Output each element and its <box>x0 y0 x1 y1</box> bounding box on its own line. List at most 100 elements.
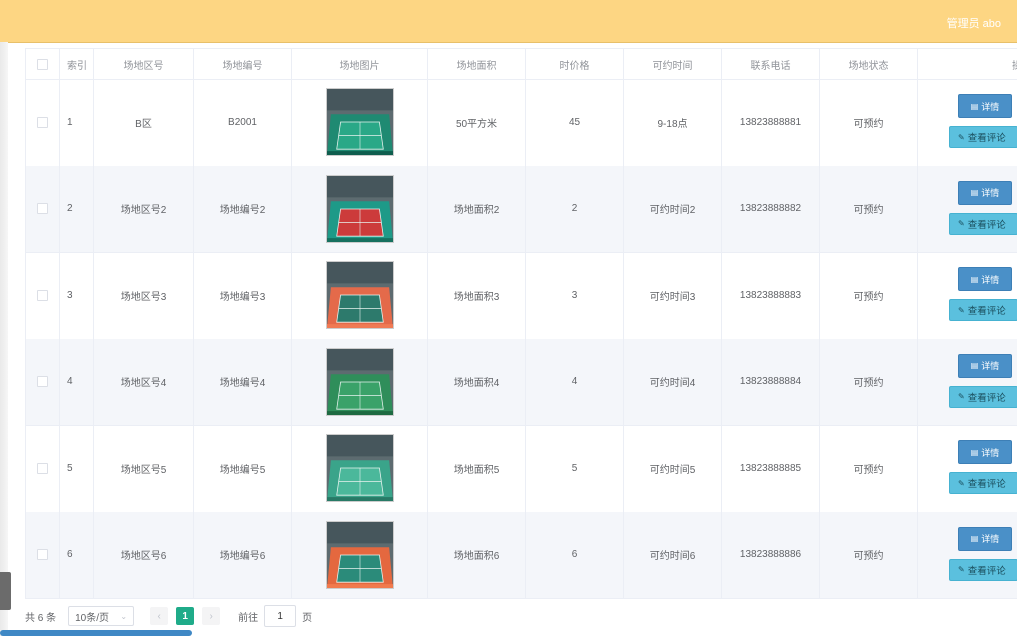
cell-index: 3 <box>60 252 94 339</box>
cell-image <box>292 165 428 252</box>
cell-status: 可预约 <box>820 79 918 166</box>
cell-index: 2 <box>60 165 94 252</box>
cell-status: 可预约 <box>820 165 918 252</box>
view-comments-label: 查看评论 <box>967 565 1006 577</box>
side-handle[interactable] <box>0 572 11 610</box>
actions-group: ▤ 详情 ✎ 查看评论 <box>948 339 1017 426</box>
detail-button-label: 详情 <box>981 361 1000 371</box>
cell-number: 场地编号3 <box>194 252 292 339</box>
venue-thumbnail[interactable] <box>325 520 394 589</box>
cell-image <box>292 252 428 339</box>
row-select-cell <box>26 425 60 512</box>
detail-button[interactable]: ▤ 详情 <box>958 180 1012 205</box>
cell-phone: 13823888883 <box>722 252 820 339</box>
cell-price: 3 <box>526 252 624 339</box>
cell-area: 场地区号2 <box>94 165 194 252</box>
actions-group: ▤ 详情 ✎ 查看评论 <box>948 252 1017 339</box>
venue-thumbnail[interactable] <box>325 88 394 157</box>
cell-number: 场地编号6 <box>194 511 292 598</box>
view-comments-button[interactable]: ✎ 查看评论 <box>949 472 1017 494</box>
view-comments-button[interactable]: ✎ 查看评论 <box>949 126 1017 148</box>
detail-button[interactable]: ▤ 详情 <box>958 94 1012 118</box>
document-icon: ▤ <box>970 361 979 370</box>
page-button-current[interactable]: 1 <box>176 607 195 625</box>
cell-area: B区 <box>94 79 194 166</box>
chevron-right-icon: › <box>209 610 213 622</box>
cell-price: 4 <box>526 338 624 425</box>
cell-price: 6 <box>526 511 624 598</box>
admin-user-label[interactable]: 管理员 abo <box>947 15 1001 31</box>
cell-index: 1 <box>60 79 94 166</box>
cell-price: 5 <box>526 425 624 512</box>
table-row: 6 场地区号6 场地编号6 场地面积6 6 可约时间6 13823888886 … <box>26 511 1017 599</box>
chevron-left-icon: ‹ <box>157 610 161 622</box>
venue-thumbnail[interactable] <box>325 261 394 330</box>
select-all-checkbox[interactable] <box>37 58 48 70</box>
actions-group: ▤ 详情 ✎ 查看评论 <box>948 512 1017 599</box>
goto-page-input[interactable]: 1 <box>264 605 297 627</box>
cell-index: 4 <box>60 338 94 425</box>
detail-button-label: 详情 <box>981 274 1000 285</box>
detail-button-label: 详情 <box>981 534 1000 544</box>
detail-button[interactable]: ▤ 详情 <box>958 353 1012 378</box>
page-suffix: 页 <box>302 612 313 624</box>
horizontal-scrollbar[interactable] <box>0 630 192 636</box>
cell-time: 可约时间4 <box>624 338 722 425</box>
venue-thumbnail[interactable] <box>325 347 394 416</box>
row-select-cell <box>26 252 60 339</box>
view-comments-button[interactable]: ✎ 查看评论 <box>949 299 1017 321</box>
header-area: 场地区号 <box>94 49 194 79</box>
cell-size: 场地面积4 <box>428 338 526 425</box>
header-price: 时价格 <box>526 49 624 79</box>
row-checkbox[interactable] <box>37 376 48 388</box>
table-header-row: 索引 场地区号 场地编号 场地图片 场地面积 时价格 可约时间 联系电话 场地状… <box>26 49 1017 80</box>
prev-page-button[interactable]: ‹ <box>150 607 169 625</box>
detail-button[interactable]: ▤ 详情 <box>958 440 1012 464</box>
row-checkbox[interactable] <box>37 116 48 128</box>
cell-status: 可预约 <box>820 338 918 425</box>
view-comments-button[interactable]: ✎ 查看评论 <box>949 385 1017 408</box>
table-row: 3 场地区号3 场地编号3 场地面积3 3 可约时间3 13823888883 … <box>26 252 1017 340</box>
venue-table: 索引 场地区号 场地编号 场地图片 场地面积 时价格 可约时间 联系电话 场地状… <box>25 48 1017 599</box>
document-icon: ▤ <box>970 447 979 457</box>
cell-status: 可预约 <box>820 252 918 339</box>
venue-thumbnail[interactable] <box>325 174 394 243</box>
row-checkbox[interactable] <box>37 289 48 301</box>
view-comments-label: 查看评论 <box>967 133 1006 144</box>
detail-button-label: 详情 <box>981 101 1000 112</box>
row-select-cell <box>26 79 60 166</box>
view-comments-label: 查看评论 <box>967 479 1006 490</box>
edit-icon: ✎ <box>958 219 965 228</box>
table-row: 1 B区 B2001 50平方米 45 9-18点 13823888881 可预… <box>26 79 1017 167</box>
header-phone: 联系电话 <box>722 49 820 79</box>
row-checkbox[interactable] <box>37 462 48 474</box>
edit-icon: ✎ <box>958 565 965 574</box>
venue-thumbnail[interactable] <box>325 434 394 503</box>
edit-icon: ✎ <box>958 478 965 488</box>
view-comments-button[interactable]: ✎ 查看评论 <box>949 212 1017 235</box>
document-icon: ▤ <box>970 101 979 111</box>
next-page-button[interactable]: › <box>202 607 221 625</box>
cell-time: 可约时间6 <box>624 511 722 598</box>
view-comments-button[interactable]: ✎ 查看评论 <box>949 558 1017 581</box>
header-image: 场地图片 <box>292 49 428 79</box>
row-select-cell <box>26 511 60 598</box>
cell-area: 场地区号3 <box>94 252 194 339</box>
cell-image <box>292 79 428 166</box>
cell-time: 可约时间5 <box>624 425 722 512</box>
header-index: 索引 <box>60 49 94 79</box>
table-row: 5 场地区号5 场地编号5 场地面积5 5 可约时间5 13823888885 … <box>26 425 1017 513</box>
header-status: 场地状态 <box>820 49 918 79</box>
cell-actions: ▤ 详情 ✎ 查看评论 <box>918 339 1017 426</box>
row-checkbox[interactable] <box>37 549 48 561</box>
goto-label: 前往 <box>238 612 259 624</box>
page-size-select[interactable]: 10条/页 ⌄ <box>68 606 135 626</box>
chevron-down-icon: ⌄ <box>120 611 128 621</box>
detail-button[interactable]: ▤ 详情 <box>958 267 1012 291</box>
document-icon: ▤ <box>970 534 979 543</box>
cell-status: 可预约 <box>820 425 918 512</box>
detail-button[interactable]: ▤ 详情 <box>958 526 1012 551</box>
row-checkbox[interactable] <box>37 203 48 215</box>
actions-group: ▤ 详情 ✎ 查看评论 <box>948 79 1017 166</box>
cell-area: 场地区号6 <box>94 511 194 598</box>
